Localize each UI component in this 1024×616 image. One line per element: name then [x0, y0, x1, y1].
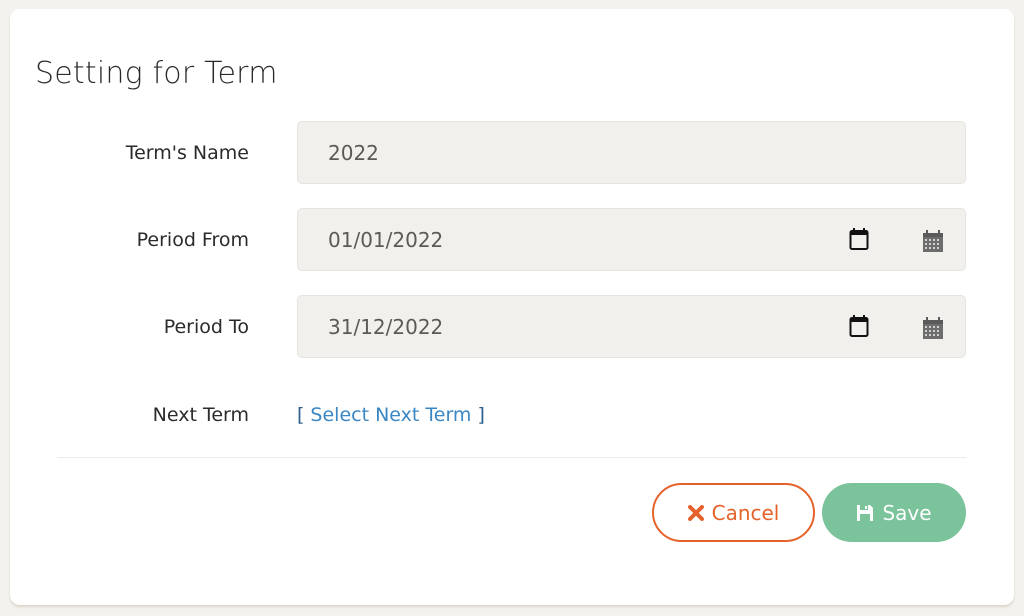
- term-settings-card: Setting for Term Term's Name 2022 Period…: [10, 9, 1014, 605]
- cancel-button[interactable]: Cancel: [652, 483, 815, 542]
- cancel-label: Cancel: [711, 500, 780, 525]
- calendar-native-icon[interactable]: [849, 227, 869, 251]
- next-term-row: Next Term [ Select Next Term ]: [10, 383, 1014, 447]
- period-from-value: 01/01/2022: [328, 227, 444, 252]
- period-to-input[interactable]: 31/12/2022: [297, 295, 966, 358]
- term-name-label: Term's Name: [125, 142, 249, 164]
- select-next-term-link[interactable]: [ Select Next Term ]: [297, 383, 485, 447]
- term-name-input[interactable]: 2022: [297, 121, 966, 184]
- floppy-disk-icon: [856, 504, 874, 522]
- bracket-close: ]: [477, 404, 485, 426]
- calendar-icon[interactable]: [922, 316, 944, 340]
- period-to-row: Period To 31/12/2022: [10, 295, 1014, 359]
- calendar-icon[interactable]: [922, 229, 944, 253]
- x-icon: [687, 504, 704, 521]
- next-term-label: Next Term: [152, 404, 249, 426]
- calendar-native-icon[interactable]: [849, 314, 869, 338]
- select-next-term-text[interactable]: Select Next Term: [310, 404, 471, 426]
- period-to-label: Period To: [163, 316, 249, 338]
- save-label: Save: [882, 500, 932, 525]
- bracket-open: [: [297, 404, 305, 426]
- period-from-row: Period From 01/01/2022: [10, 208, 1014, 272]
- term-name-row: Term's Name 2022: [10, 121, 1014, 185]
- save-button[interactable]: Save: [822, 483, 966, 542]
- period-from-input[interactable]: 01/01/2022: [297, 208, 966, 271]
- term-name-value: 2022: [328, 140, 379, 165]
- form-divider: [57, 457, 966, 458]
- page-title: Setting for Term: [35, 56, 278, 91]
- period-from-label: Period From: [136, 229, 249, 251]
- period-to-value: 31/12/2022: [328, 314, 444, 339]
